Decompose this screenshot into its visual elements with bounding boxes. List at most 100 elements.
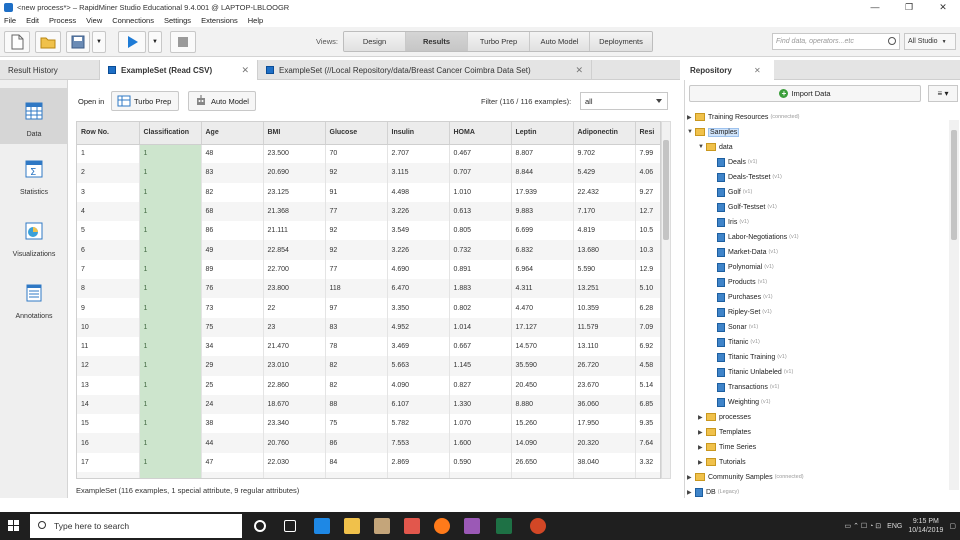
expand-right-icon[interactable]: ▶ <box>687 114 695 121</box>
expand-right-icon[interactable]: ▶ <box>698 459 706 466</box>
column-header[interactable]: HOMA <box>449 122 512 145</box>
tree-item[interactable]: Titanic (v1) <box>717 335 760 349</box>
notifications-icon[interactable]: ▢ <box>949 522 956 530</box>
menu-extensions[interactable]: Extensions <box>201 16 238 25</box>
menu-settings[interactable]: Settings <box>164 16 191 25</box>
tray-icons[interactable]: ▭ ⌃ ☐ ◔ ⊡ <box>845 522 882 530</box>
tree-item[interactable]: ▶ Time Series <box>698 440 756 454</box>
table-row[interactable]: 6 1 49 22.854 92 3.226 0.732 6.832 13.680 10.3 <box>77 240 660 260</box>
table-row[interactable]: 13 1 25 22.860 82 4.090 0.827 20.450 23.670 5.14 <box>77 375 660 395</box>
nav-statistics[interactable]: Σ Statistics <box>0 146 68 202</box>
table-row[interactable]: 12 1 29 23.010 82 5.663 1.145 35.590 26.720 4.58 <box>77 356 660 376</box>
table-row[interactable]: 9 1 73 22 97 3.350 0.802 4.470 10.359 6.28 <box>77 298 660 318</box>
store-icon[interactable] <box>374 518 390 534</box>
tree-item[interactable]: Weighting (v1) <box>717 395 771 409</box>
nav-data[interactable]: Data <box>0 88 68 144</box>
app-icon[interactable] <box>404 518 420 534</box>
tab-result-history[interactable]: Result History <box>0 60 100 80</box>
menu-connections[interactable]: Connections <box>112 16 154 25</box>
tree-item[interactable]: ▶ Training Resources (connected) <box>687 110 799 124</box>
scrollbar-thumb[interactable] <box>663 140 669 240</box>
view-auto-model[interactable]: Auto Model <box>530 32 590 51</box>
tree-item[interactable]: Iris (v1) <box>717 215 749 229</box>
save-button[interactable] <box>66 31 90 53</box>
table-row[interactable]: 5 1 86 21.111 92 3.549 0.805 6.699 4.819 10.5 <box>77 221 660 241</box>
open-button[interactable] <box>35 31 61 53</box>
filter-select[interactable]: all <box>580 92 668 110</box>
new-process-button[interactable] <box>4 31 30 53</box>
tree-item[interactable]: Polynomial (v1) <box>717 260 774 274</box>
column-header[interactable]: Resi <box>635 122 660 145</box>
excel-icon[interactable] <box>496 518 512 534</box>
column-header[interactable]: BMI <box>263 122 326 145</box>
view-results[interactable]: Results <box>406 32 468 51</box>
cortana-icon[interactable] <box>254 520 266 532</box>
close-tab-icon[interactable]: ✕ <box>575 65 583 76</box>
table-row[interactable]: 8 1 76 23.800 118 6.470 1.883 4.311 13.251 5.10 <box>77 279 660 299</box>
close-tab-icon[interactable]: ✕ <box>754 66 761 75</box>
minimize-icon[interactable]: — <box>858 0 892 14</box>
windows-start-icon[interactable] <box>8 520 20 532</box>
column-header[interactable]: Insulin <box>387 122 450 145</box>
app-icon[interactable] <box>464 518 480 534</box>
tree-item[interactable]: Labor-Negotiations (v1) <box>717 230 799 244</box>
nav-annotations[interactable]: Annotations <box>0 270 68 326</box>
turbo-prep-button[interactable]: Turbo Prep <box>111 91 179 111</box>
tree-item[interactable]: Purchases (v1) <box>717 290 773 304</box>
taskbar-search-box[interactable]: Type here to search <box>30 514 242 538</box>
task-view-icon[interactable] <box>284 520 296 532</box>
tab-exampleset-breast-cancer[interactable]: ExampleSet (//Local Repository/data/Brea… <box>258 60 592 80</box>
view-deployments[interactable]: Deployments <box>590 32 652 51</box>
edge-icon[interactable] <box>314 518 330 534</box>
view-design[interactable]: Design <box>344 32 406 51</box>
tree-item[interactable]: Deals-Testset (v1) <box>717 170 782 184</box>
repository-menu-button[interactable]: ≡ ▾ <box>928 85 958 102</box>
column-header[interactable]: Glucose <box>325 122 388 145</box>
tree-item[interactable]: Transactions (v1) <box>717 380 779 394</box>
scrollbar-thumb[interactable] <box>951 130 957 240</box>
table-row[interactable]: 17 1 47 22.030 84 2.869 0.590 26.650 38.040 3.32 <box>77 452 660 473</box>
table-row[interactable]: 3 1 82 23.125 91 4.498 1.010 17.939 22.432 9.27 <box>77 182 660 202</box>
table-row[interactable]: 4 1 68 21.368 77 3.226 0.613 9.883 7.170 12.7 <box>77 201 660 222</box>
tree-item[interactable]: Market-Data (v1) <box>717 245 778 259</box>
menu-view[interactable]: View <box>86 16 102 25</box>
tree-item[interactable]: ▶ processes <box>698 410 751 424</box>
tree-item[interactable]: Products (v1) <box>717 275 767 289</box>
table-scrollbar[interactable] <box>661 121 671 479</box>
global-search-input[interactable]: Find data, operators...etc <box>772 33 900 50</box>
column-header[interactable]: Adiponectin <box>573 122 636 145</box>
table-row[interactable]: 7 1 89 22.700 77 4.690 0.891 6.964 5.590 12.9 <box>77 259 660 280</box>
menu-edit[interactable]: Edit <box>26 16 39 25</box>
import-data-button[interactable]: + Import Data <box>689 85 921 102</box>
tree-item[interactable]: ▶ Tutorials <box>698 455 746 469</box>
table-row[interactable]: 14 1 24 18.670 88 6.107 1.330 8.880 36.060 6.85 <box>77 394 660 415</box>
expand-right-icon[interactable]: ▶ <box>687 474 695 481</box>
auto-model-button[interactable]: Auto Model <box>188 91 256 111</box>
nav-visualizations[interactable]: Visualizations <box>0 208 68 264</box>
tree-item[interactable]: Titanic Unlabeled (v1) <box>717 365 793 379</box>
menu-file[interactable]: File <box>4 16 16 25</box>
menu-process[interactable]: Process <box>49 16 76 25</box>
maximize-icon[interactable]: ❐ <box>892 0 926 14</box>
run-button[interactable] <box>118 31 146 53</box>
firefox-icon[interactable] <box>434 518 450 534</box>
column-header[interactable]: Age <box>201 122 264 145</box>
search-scope-select[interactable]: All Studio ▼ <box>904 33 956 50</box>
table-row[interactable]: 10 1 75 23 83 4.952 1.014 17.127 11.579 7.09 <box>77 317 660 337</box>
column-header[interactable]: Classification <box>139 122 202 145</box>
view-turbo-prep[interactable]: Turbo Prep <box>468 32 530 51</box>
expand-right-icon[interactable]: ▶ <box>698 444 706 451</box>
close-tab-icon[interactable]: ✕ <box>241 65 249 76</box>
tree-item[interactable]: Sonar (v1) <box>717 320 758 334</box>
powerpoint-icon[interactable] <box>530 518 546 534</box>
tree-item[interactable]: Deals (v1) <box>717 155 757 169</box>
table-row[interactable]: 11 1 34 21.470 78 3.469 0.667 14.570 13.110 6.92 <box>77 336 660 357</box>
table-row[interactable]: 1 1 48 23.500 70 2.707 0.467 8.807 9.702 7.99 <box>77 144 660 164</box>
tab-repository[interactable]: Repository ✕ <box>684 60 774 80</box>
stop-button[interactable] <box>170 31 196 53</box>
table-row[interactable]: 16 1 44 20.760 86 7.553 1.600 14.090 20.320 7.64 <box>77 433 660 453</box>
close-icon[interactable]: ✕ <box>926 0 960 14</box>
tree-item[interactable]: ▶ Templates <box>698 425 751 439</box>
table-row[interactable]: 2 1 83 20.690 92 3.115 0.707 8.844 5.429 4.06 <box>77 163 660 183</box>
tab-exampleset-read-csv[interactable]: ExampleSet (Read CSV) ✕ <box>100 60 258 80</box>
